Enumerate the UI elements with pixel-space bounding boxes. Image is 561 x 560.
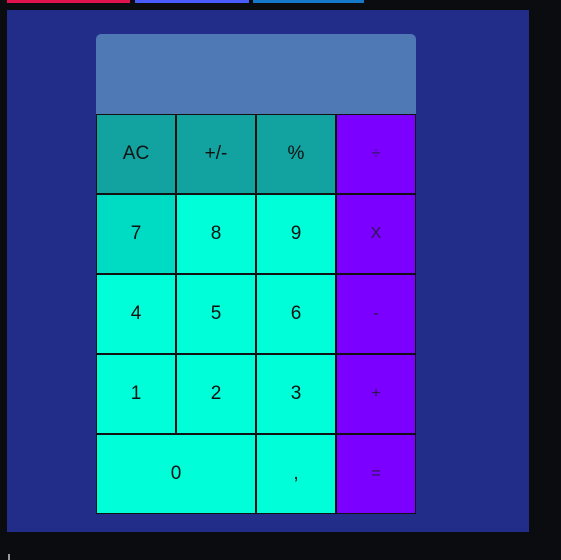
add-button[interactable]: + (336, 354, 416, 434)
subtract-button[interactable]: - (336, 274, 416, 354)
accent-stripe-red (7, 0, 130, 3)
digit-2-button[interactable]: 2 (176, 354, 256, 434)
accent-stripe-teal (253, 0, 364, 3)
multiply-button[interactable]: X (336, 194, 416, 274)
clear-button[interactable]: AC (96, 114, 176, 194)
digit-0-button[interactable]: 0 (96, 434, 256, 514)
divide-button[interactable]: ÷ (336, 114, 416, 194)
accent-stripe-blue (135, 0, 249, 3)
text-cursor (8, 554, 10, 560)
keypad: AC +/- % ÷ 7 8 9 X 4 5 6 - 1 2 3 + 0 , = (96, 114, 416, 514)
decimal-comma-button[interactable]: , (256, 434, 336, 514)
top-accent-bar (0, 0, 561, 4)
digit-3-button[interactable]: 3 (256, 354, 336, 434)
digit-6-button[interactable]: 6 (256, 274, 336, 354)
digit-5-button[interactable]: 5 (176, 274, 256, 354)
toggle-sign-button[interactable]: +/- (176, 114, 256, 194)
equals-button[interactable]: = (336, 434, 416, 514)
calculator: AC +/- % ÷ 7 8 9 X 4 5 6 - 1 2 3 + 0 , = (96, 34, 416, 514)
calculator-panel: AC +/- % ÷ 7 8 9 X 4 5 6 - 1 2 3 + 0 , = (7, 10, 529, 532)
digit-4-button[interactable]: 4 (96, 274, 176, 354)
digit-8-button[interactable]: 8 (176, 194, 256, 274)
percent-button[interactable]: % (256, 114, 336, 194)
digit-1-button[interactable]: 1 (96, 354, 176, 434)
digit-7-button[interactable]: 7 (96, 194, 176, 274)
calculator-display (96, 34, 416, 114)
digit-9-button[interactable]: 9 (256, 194, 336, 274)
